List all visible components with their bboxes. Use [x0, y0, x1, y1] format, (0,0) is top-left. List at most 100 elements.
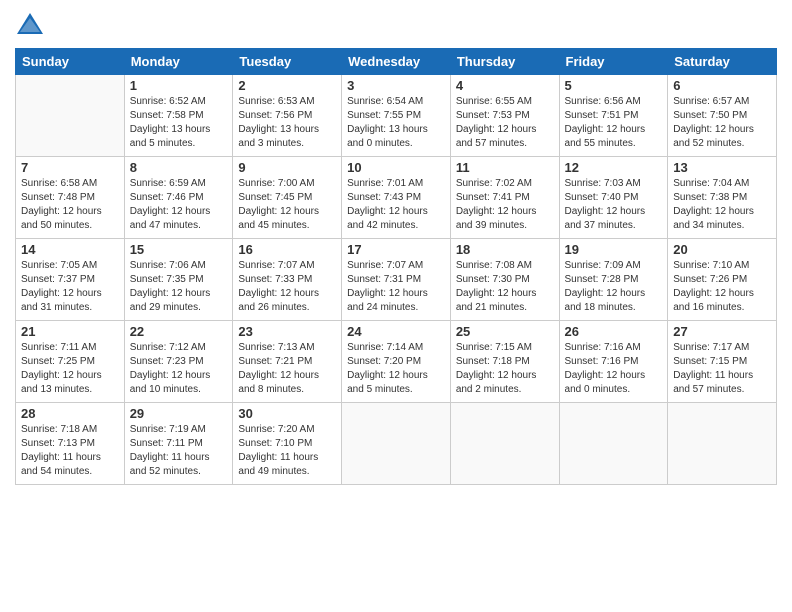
calendar-cell: 22 Sunrise: 7:12 AMSunset: 7:23 PMDayligh… — [124, 321, 233, 403]
cell-content: Sunrise: 6:54 AMSunset: 7:55 PMDaylight:… — [347, 95, 445, 151]
cell-content: Sunrise: 6:57 AMSunset: 7:50 PMDaylight:… — [673, 95, 771, 151]
calendar-cell: 9 Sunrise: 7:00 AMSunset: 7:45 PMDaylight… — [233, 157, 342, 239]
cell-content: Sunrise: 7:04 AMSunset: 7:38 PMDaylight:… — [673, 177, 771, 233]
day-number: 4 — [456, 78, 554, 93]
calendar-cell: 26 Sunrise: 7:16 AMSunset: 7:16 PMDayligh… — [559, 321, 668, 403]
week-row-1: 7 Sunrise: 6:58 AMSunset: 7:48 PMDaylight… — [16, 157, 777, 239]
cell-content: Sunrise: 7:14 AMSunset: 7:20 PMDaylight:… — [347, 341, 445, 397]
calendar-cell — [668, 403, 777, 485]
weekday-header-tuesday: Tuesday — [233, 49, 342, 75]
cell-content: Sunrise: 7:06 AMSunset: 7:35 PMDaylight:… — [130, 259, 228, 315]
cell-content: Sunrise: 6:59 AMSunset: 7:46 PMDaylight:… — [130, 177, 228, 233]
calendar-cell: 17 Sunrise: 7:07 AMSunset: 7:31 PMDayligh… — [342, 239, 451, 321]
calendar-cell: 1Sunrise: 6:52 AMSunset: 7:58 PMDaylight… — [124, 75, 233, 157]
weekday-header-wednesday: Wednesday — [342, 49, 451, 75]
weekday-header-sunday: Sunday — [16, 49, 125, 75]
cell-content: Sunrise: 6:55 AMSunset: 7:53 PMDaylight:… — [456, 95, 554, 151]
weekday-header-friday: Friday — [559, 49, 668, 75]
day-number: 16 — [238, 242, 336, 257]
weekday-header-thursday: Thursday — [450, 49, 559, 75]
calendar-cell: 3Sunrise: 6:54 AMSunset: 7:55 PMDaylight… — [342, 75, 451, 157]
calendar-cell — [559, 403, 668, 485]
day-number: 12 — [565, 160, 663, 175]
weekday-header-monday: Monday — [124, 49, 233, 75]
day-number: 6 — [673, 78, 771, 93]
cell-content: Sunrise: 6:52 AMSunset: 7:58 PMDaylight:… — [130, 95, 228, 151]
calendar-cell — [16, 75, 125, 157]
day-number: 10 — [347, 160, 445, 175]
day-number: 17 — [347, 242, 445, 257]
calendar-cell: 21 Sunrise: 7:11 AMSunset: 7:25 PMDayligh… — [16, 321, 125, 403]
calendar-cell: 20 Sunrise: 7:10 AMSunset: 7:26 PMDayligh… — [668, 239, 777, 321]
day-number: 14 — [21, 242, 119, 257]
calendar-cell: 13 Sunrise: 7:04 AMSunset: 7:38 PMDayligh… — [668, 157, 777, 239]
day-number: 9 — [238, 160, 336, 175]
cell-content: Sunrise: 6:53 AMSunset: 7:56 PMDaylight:… — [238, 95, 336, 151]
cell-content: Sunrise: 7:07 AMSunset: 7:33 PMDaylight:… — [238, 259, 336, 315]
logo-icon — [15, 10, 45, 40]
cell-content: Sunrise: 6:58 AMSunset: 7:48 PMDaylight:… — [21, 177, 119, 233]
cell-content: Sunrise: 7:05 AMSunset: 7:37 PMDaylight:… — [21, 259, 119, 315]
day-number: 13 — [673, 160, 771, 175]
day-number: 5 — [565, 78, 663, 93]
calendar-cell: 14 Sunrise: 7:05 AMSunset: 7:37 PMDayligh… — [16, 239, 125, 321]
calendar-cell: 29 Sunrise: 7:19 AMSunset: 7:11 PMDayligh… — [124, 403, 233, 485]
cell-content: Sunrise: 7:07 AMSunset: 7:31 PMDaylight:… — [347, 259, 445, 315]
cell-content: Sunrise: 6:56 AMSunset: 7:51 PMDaylight:… — [565, 95, 663, 151]
day-number: 28 — [21, 406, 119, 421]
calendar-cell: 2 Sunrise: 6:53 AMSunset: 7:56 PMDaylight… — [233, 75, 342, 157]
cell-content: Sunrise: 7:10 AMSunset: 7:26 PMDaylight:… — [673, 259, 771, 315]
day-number: 19 — [565, 242, 663, 257]
calendar-cell: 6 Sunrise: 6:57 AMSunset: 7:50 PMDaylight… — [668, 75, 777, 157]
calendar-cell — [450, 403, 559, 485]
week-row-3: 21 Sunrise: 7:11 AMSunset: 7:25 PMDayligh… — [16, 321, 777, 403]
calendar-cell: 25 Sunrise: 7:15 AMSunset: 7:18 PMDayligh… — [450, 321, 559, 403]
calendar-cell: 28 Sunrise: 7:18 AMSunset: 7:13 PMDayligh… — [16, 403, 125, 485]
week-row-4: 28 Sunrise: 7:18 AMSunset: 7:13 PMDayligh… — [16, 403, 777, 485]
day-number: 24 — [347, 324, 445, 339]
cell-content: Sunrise: 7:11 AMSunset: 7:25 PMDaylight:… — [21, 341, 119, 397]
day-number: 7 — [21, 160, 119, 175]
day-number: 27 — [673, 324, 771, 339]
calendar-table: SundayMondayTuesdayWednesdayThursdayFrid… — [15, 48, 777, 485]
header — [15, 10, 777, 40]
cell-content: Sunrise: 7:19 AMSunset: 7:11 PMDaylight:… — [130, 423, 228, 479]
calendar-cell: 19 Sunrise: 7:09 AMSunset: 7:28 PMDayligh… — [559, 239, 668, 321]
calendar-cell: 5 Sunrise: 6:56 AMSunset: 7:51 PMDaylight… — [559, 75, 668, 157]
calendar-cell: 27 Sunrise: 7:17 AMSunset: 7:15 PMDayligh… — [668, 321, 777, 403]
day-number: 11 — [456, 160, 554, 175]
day-number: 20 — [673, 242, 771, 257]
day-number: 25 — [456, 324, 554, 339]
cell-content: Sunrise: 7:00 AMSunset: 7:45 PMDaylight:… — [238, 177, 336, 233]
calendar-cell: 8Sunrise: 6:59 AMSunset: 7:46 PMDaylight… — [124, 157, 233, 239]
calendar-cell: 18 Sunrise: 7:08 AMSunset: 7:30 PMDayligh… — [450, 239, 559, 321]
cell-content: Sunrise: 7:03 AMSunset: 7:40 PMDaylight:… — [565, 177, 663, 233]
cell-content: Sunrise: 7:09 AMSunset: 7:28 PMDaylight:… — [565, 259, 663, 315]
logo — [15, 10, 49, 40]
day-number: 26 — [565, 324, 663, 339]
day-number: 21 — [21, 324, 119, 339]
calendar-cell: 24 Sunrise: 7:14 AMSunset: 7:20 PMDayligh… — [342, 321, 451, 403]
calendar-cell: 4 Sunrise: 6:55 AMSunset: 7:53 PMDaylight… — [450, 75, 559, 157]
day-number: 2 — [238, 78, 336, 93]
cell-content: Sunrise: 7:01 AMSunset: 7:43 PMDaylight:… — [347, 177, 445, 233]
cell-content: Sunrise: 7:12 AMSunset: 7:23 PMDaylight:… — [130, 341, 228, 397]
calendar-cell: 15Sunrise: 7:06 AMSunset: 7:35 PMDayligh… — [124, 239, 233, 321]
cell-content: Sunrise: 7:18 AMSunset: 7:13 PMDaylight:… — [21, 423, 119, 479]
day-number: 18 — [456, 242, 554, 257]
cell-content: Sunrise: 7:13 AMSunset: 7:21 PMDaylight:… — [238, 341, 336, 397]
cell-content: Sunrise: 7:17 AMSunset: 7:15 PMDaylight:… — [673, 341, 771, 397]
day-number: 22 — [130, 324, 228, 339]
day-number: 23 — [238, 324, 336, 339]
cell-content: Sunrise: 7:16 AMSunset: 7:16 PMDaylight:… — [565, 341, 663, 397]
day-number: 29 — [130, 406, 228, 421]
calendar-cell: 7 Sunrise: 6:58 AMSunset: 7:48 PMDaylight… — [16, 157, 125, 239]
calendar-cell — [342, 403, 451, 485]
week-row-0: 1Sunrise: 6:52 AMSunset: 7:58 PMDaylight… — [16, 75, 777, 157]
day-number: 30 — [238, 406, 336, 421]
week-row-2: 14 Sunrise: 7:05 AMSunset: 7:37 PMDayligh… — [16, 239, 777, 321]
calendar-cell: 12 Sunrise: 7:03 AMSunset: 7:40 PMDayligh… — [559, 157, 668, 239]
cell-content: Sunrise: 7:15 AMSunset: 7:18 PMDaylight:… — [456, 341, 554, 397]
calendar-cell: 30Sunrise: 7:20 AMSunset: 7:10 PMDayligh… — [233, 403, 342, 485]
cell-content: Sunrise: 7:08 AMSunset: 7:30 PMDaylight:… — [456, 259, 554, 315]
